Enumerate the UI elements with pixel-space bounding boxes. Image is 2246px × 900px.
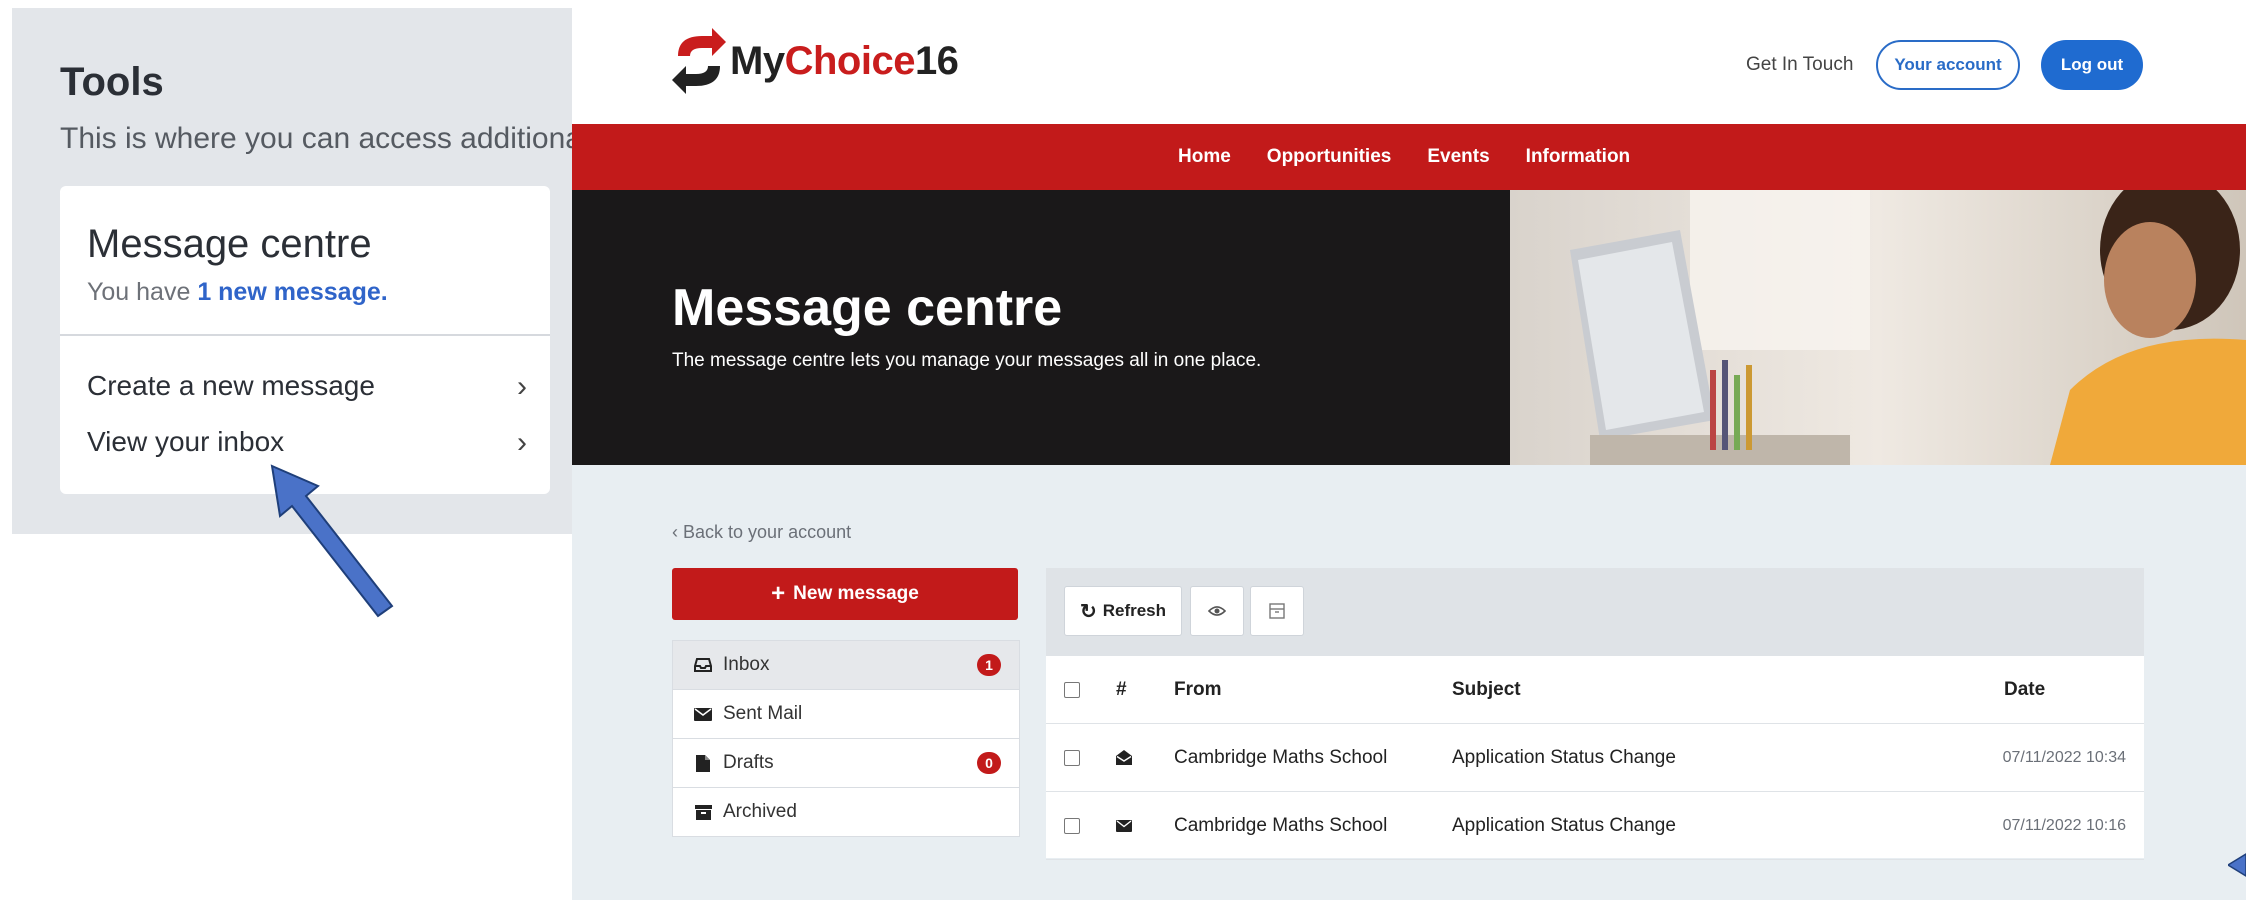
page-subtitle: The message centre lets you manage your … bbox=[672, 350, 1262, 371]
back-to-account-label: Back to your account bbox=[683, 522, 852, 542]
eye-icon bbox=[1208, 606, 1226, 616]
refresh-button[interactable]: ↻ Refresh bbox=[1064, 586, 1182, 636]
main-nav: Home Opportunities Events Information bbox=[572, 124, 2246, 190]
logo-arrows-icon bbox=[672, 28, 726, 94]
get-in-touch-link[interactable]: Get In Touch bbox=[1746, 54, 1853, 76]
log-out-button[interactable]: Log out bbox=[2041, 40, 2143, 90]
archive-button[interactable] bbox=[1250, 586, 1304, 636]
row-checkbox[interactable] bbox=[1064, 724, 1080, 791]
logo-text: MyChoice16 bbox=[730, 38, 959, 84]
folder-inbox-label: Inbox bbox=[723, 654, 770, 675]
page-title: Message centre bbox=[672, 279, 1063, 337]
logo-my: My bbox=[730, 38, 785, 83]
message-date: 07/11/2022 10:16 bbox=[2002, 816, 2126, 834]
site-header: MyChoice16 Get In Touch Your account Log… bbox=[572, 0, 2246, 124]
chevron-left-icon: ‹ bbox=[672, 522, 678, 542]
envelope-icon bbox=[693, 707, 713, 721]
back-to-account-link[interactable]: ‹ Back to your account bbox=[672, 522, 851, 543]
message-subject: Application Status Change bbox=[1452, 814, 1676, 836]
tools-title: Tools bbox=[60, 60, 164, 104]
message-list-panel: ↻ Refresh # From Subject Date Cambridge … bbox=[1046, 568, 2144, 860]
archive-icon bbox=[693, 804, 713, 820]
chevron-right-icon: › bbox=[517, 426, 527, 459]
column-header-date[interactable]: Date bbox=[2004, 656, 2045, 723]
mychoice16-logo[interactable]: MyChoice16 bbox=[668, 26, 959, 96]
message-table: # From Subject Date Cambridge Maths Scho… bbox=[1046, 656, 2144, 860]
tools-panel: Tools This is where you can access addit… bbox=[12, 8, 572, 534]
view-inbox-link[interactable]: View your inbox › bbox=[87, 426, 527, 459]
folder-sent-mail-label: Sent Mail bbox=[723, 703, 803, 724]
row-checkbox[interactable] bbox=[1064, 792, 1080, 859]
nav-items: Home Opportunities Events Information bbox=[1178, 124, 1630, 190]
chevron-right-icon: › bbox=[517, 370, 527, 403]
annotation-arrow-icon bbox=[270, 464, 394, 618]
inbox-count-badge: 1 bbox=[977, 654, 1001, 676]
file-icon bbox=[693, 754, 713, 772]
refresh-label: Refresh bbox=[1102, 601, 1167, 620]
site-window: MyChoice16 Get In Touch Your account Log… bbox=[572, 0, 2246, 900]
select-all-checkbox[interactable] bbox=[1064, 656, 1080, 723]
folder-sent-mail[interactable]: Sent Mail bbox=[673, 690, 1019, 739]
nav-opportunities[interactable]: Opportunities bbox=[1267, 146, 1392, 168]
new-message-count-link[interactable]: 1 new message. bbox=[197, 278, 387, 306]
nav-events[interactable]: Events bbox=[1427, 146, 1489, 168]
new-message-label: New message bbox=[793, 583, 919, 604]
table-row[interactable]: Cambridge Maths School Application Statu… bbox=[1046, 792, 2144, 860]
summary-prefix: You have bbox=[87, 278, 191, 306]
message-from: Cambridge Maths School bbox=[1174, 746, 1388, 768]
card-divider bbox=[60, 334, 550, 336]
column-header-from[interactable]: From bbox=[1174, 656, 1222, 723]
message-centre-card-title: Message centre bbox=[87, 222, 372, 266]
message-date: 07/11/2022 10:34 bbox=[2002, 748, 2126, 766]
new-message-summary: You have 1 new message. bbox=[87, 278, 388, 307]
refresh-icon: ↻ bbox=[1079, 600, 1097, 623]
view-inbox-label: View your inbox bbox=[87, 426, 285, 457]
logo-number: 16 bbox=[914, 38, 959, 83]
create-new-message-label: Create a new message bbox=[87, 370, 375, 401]
your-account-button[interactable]: Your account bbox=[1876, 40, 2020, 90]
folder-archived-label: Archived bbox=[723, 801, 797, 822]
hero-banner: Message centre The message centre lets y… bbox=[572, 190, 2246, 465]
nav-information[interactable]: Information bbox=[1526, 146, 1631, 168]
folder-drafts[interactable]: Drafts 0 bbox=[673, 739, 1019, 788]
column-header-subject[interactable]: Subject bbox=[1452, 656, 1521, 723]
folder-drafts-label: Drafts bbox=[723, 752, 774, 773]
create-new-message-link[interactable]: Create a new message › bbox=[87, 370, 527, 403]
envelope-open-icon bbox=[1116, 724, 1132, 791]
message-subject: Application Status Change bbox=[1452, 746, 1676, 768]
folder-list: Inbox 1 Sent Mail Drafts 0 Archived bbox=[672, 640, 1020, 837]
inbox-icon bbox=[693, 658, 713, 672]
nav-home[interactable]: Home bbox=[1178, 146, 1231, 168]
message-centre-card: Message centre You have 1 new message. C… bbox=[60, 186, 550, 494]
logo-choice: Choice bbox=[784, 38, 916, 83]
message-toolbar: ↻ Refresh bbox=[1046, 568, 2144, 656]
archive-box-icon bbox=[1269, 603, 1285, 619]
hero-photo-student-laptop bbox=[1510, 190, 2246, 465]
column-header-hash: # bbox=[1116, 678, 1127, 700]
mark-read-button[interactable] bbox=[1190, 586, 1244, 636]
table-header-row: # From Subject Date bbox=[1046, 656, 2144, 724]
folder-inbox[interactable]: Inbox 1 bbox=[673, 641, 1019, 690]
envelope-icon bbox=[1116, 792, 1132, 859]
tools-description: This is where you can access additional bbox=[60, 122, 572, 155]
folder-archived[interactable]: Archived bbox=[673, 788, 1019, 836]
plus-icon: + bbox=[771, 580, 786, 607]
drafts-count-badge: 0 bbox=[977, 752, 1001, 774]
new-message-button[interactable]: + New message bbox=[672, 568, 1018, 620]
table-row[interactable]: Cambridge Maths School Application Statu… bbox=[1046, 724, 2144, 792]
message-from: Cambridge Maths School bbox=[1174, 814, 1388, 836]
annotation-arrow-edge-icon bbox=[2228, 853, 2246, 877]
